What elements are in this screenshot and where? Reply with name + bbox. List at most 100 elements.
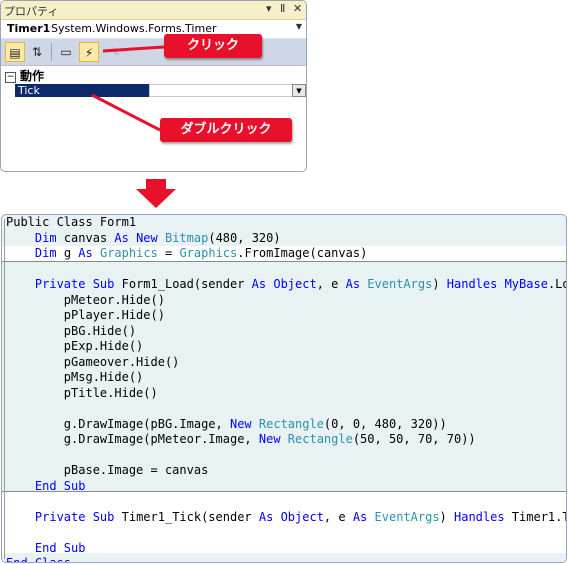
down-arrow-icon <box>136 179 176 208</box>
method-separator <box>2 491 566 492</box>
double-click-callout: ダブルクリック <box>160 118 292 142</box>
properties-window: プロパティ ▾ Ⅱ ✕ Timer1 System.Windows.Forms.… <box>0 0 307 172</box>
code-text: pPlayer.Hide() <box>6 308 165 322</box>
event-name-tick[interactable]: Tick <box>15 84 149 97</box>
code-keyword: Handles MyBase <box>446 277 548 291</box>
properties-title: プロパティ <box>4 5 59 18</box>
code-line[interactable]: End Sub <box>6 540 86 556</box>
code-line[interactable]: pBase.Image = canvas <box>6 463 209 478</box>
code-line[interactable]: End Class <box>6 556 72 563</box>
property-pages-icon: ✎ <box>109 45 121 59</box>
code-line[interactable]: pPlayer.Hide() <box>6 308 165 323</box>
code-text: g.DrawImage(pMeteor.Image, <box>6 432 259 446</box>
code-type: Rectangle <box>287 432 353 446</box>
code-line[interactable]: pMsg.Hide() <box>6 370 143 385</box>
code-type: EventArgs <box>367 277 433 291</box>
code-text: g <box>56 246 79 260</box>
code-keyword: As Object <box>258 509 324 524</box>
code-text: .FromImage(canvas) <box>237 246 368 260</box>
code-keyword: As New <box>114 230 158 245</box>
code-type: Rectangle <box>258 416 324 431</box>
object-name: Timer1 <box>7 22 51 35</box>
code-line[interactable]: pMeteor.Hide() <box>6 293 165 308</box>
code-line[interactable]: pGameover.Hide() <box>6 354 180 370</box>
pin-icon[interactable]: Ⅱ <box>280 2 285 16</box>
code-text: pBG.Hide() <box>6 323 137 338</box>
code-text: (0, 0, 480, 320)) <box>323 416 447 431</box>
code-line[interactable]: Dim canvas As New Bitmap(480, 320) <box>6 231 281 246</box>
code-line[interactable]: Private Sub Timer1_Tick(sender As Object… <box>6 509 566 525</box>
code-keyword: End Sub <box>34 540 86 555</box>
code-text: Form1_Load(sender <box>114 277 252 291</box>
category-label: 動作 <box>20 69 45 83</box>
code-text: pBase.Image = canvas <box>6 463 209 477</box>
code-type: Bitmap <box>164 230 209 245</box>
code-text: pTitle.Hide() <box>6 385 158 400</box>
code-keyword: Dim <box>34 246 57 260</box>
chevron-down-icon[interactable]: ▼ <box>296 22 302 31</box>
properties-titlebar: プロパティ ▾ Ⅱ ✕ <box>1 1 306 20</box>
code-text: = <box>157 246 180 260</box>
code-keyword: Private Sub <box>34 277 115 291</box>
code-text: ) <box>432 277 447 291</box>
code-line[interactable]: g.DrawImage(pBG.Image, New Rectangle(0, … <box>6 417 447 432</box>
code-text: Timer1.Tick <box>511 509 566 524</box>
code-line[interactable]: End Sub <box>6 478 86 494</box>
window-position-dropdown-icon[interactable]: ▾ <box>266 2 272 16</box>
code-text: , e <box>316 277 346 291</box>
double-click-callout-text: ダブルクリック <box>180 122 272 137</box>
event-row-tick[interactable]: Tick ▼ <box>15 84 306 97</box>
code-keyword: End Class <box>6 556 72 563</box>
categorized-view-icon[interactable]: ▤ <box>5 42 25 62</box>
event-dropdown-button[interactable]: ▼ <box>292 84 306 97</box>
category-behavior[interactable]: − 動作 <box>5 67 44 84</box>
code-keyword: As <box>352 509 368 524</box>
code-text: .Load <box>547 277 566 291</box>
close-icon[interactable]: ✕ <box>293 2 302 16</box>
code-keyword: Dim <box>34 230 57 245</box>
code-text: g.DrawImage(pBG.Image, <box>6 416 230 431</box>
code-text: (50, 50, 70, 70)) <box>352 432 476 446</box>
code-line[interactable]: pExp.Hide() <box>6 339 143 354</box>
code-text: , e <box>323 509 353 524</box>
properties-icon[interactable]: ▭ <box>56 42 76 62</box>
collapse-icon[interactable]: − <box>5 72 16 83</box>
toolbar-divider <box>51 43 52 61</box>
code-line[interactable]: Private Sub Form1_Load(sender As Object,… <box>6 277 566 292</box>
code-line[interactable]: pTitle.Hide() <box>6 386 158 401</box>
code-line[interactable]: Public Class Form1 <box>6 215 136 230</box>
code-keyword: New <box>258 432 281 446</box>
events-lightning-icon[interactable]: ⚡ <box>79 42 99 62</box>
code-keyword: End Sub <box>34 478 86 493</box>
code-line[interactable]: Dim g As Graphics = Graphics.FromImage(c… <box>6 246 367 261</box>
code-keyword: New <box>229 416 252 431</box>
alphabetical-sort-icon[interactable]: ⇅ <box>27 42 47 62</box>
code-text: Public Class Form1 <box>6 215 137 229</box>
code-text: pMeteor.Hide() <box>6 292 165 307</box>
code-keyword: As Object <box>251 277 317 291</box>
code-line[interactable]: pBG.Hide() <box>6 324 136 339</box>
method-separator <box>2 261 566 262</box>
code-type: Graphics <box>99 246 158 260</box>
code-text: ) <box>439 509 454 524</box>
code-type: EventArgs <box>374 509 440 524</box>
code-keyword: Private Sub <box>34 509 115 524</box>
event-handler-field[interactable]: ▼ <box>149 84 306 97</box>
code-text: Timer1_Tick(sender <box>114 509 259 524</box>
code-editor[interactable]: Public Class Form1 Dim canvas As New Bit… <box>1 214 567 563</box>
code-text: pGameover.Hide() <box>6 354 180 369</box>
code-keyword: As <box>345 277 361 291</box>
click-callout-text: クリック <box>186 38 239 53</box>
code-keyword: As <box>78 246 93 260</box>
code-line[interactable]: g.DrawImage(pMeteor.Image, New Rectangle… <box>6 432 476 447</box>
